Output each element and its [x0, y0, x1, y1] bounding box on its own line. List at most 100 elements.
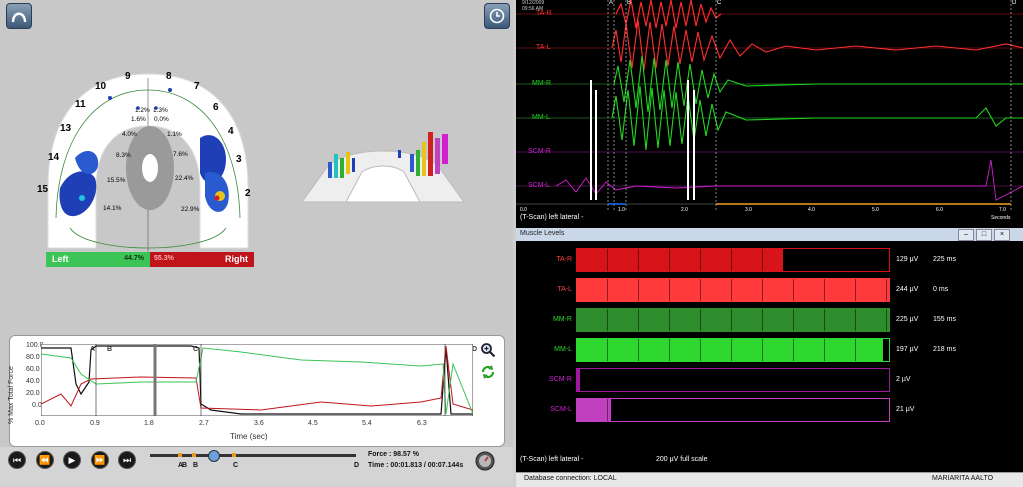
muscle-level-bar	[576, 338, 890, 362]
x-tick: 1.8	[144, 420, 154, 427]
channel-label: MM-L	[532, 114, 550, 121]
marker-tick	[192, 453, 196, 457]
muscle-level-bar	[576, 248, 890, 272]
emg-footer-label: (T-Scan) left lateral -	[520, 214, 584, 221]
close-button[interactable]: ×	[994, 229, 1010, 241]
y-tick: 80.0	[26, 354, 40, 361]
emg-x-tick: 2.0	[681, 207, 688, 213]
clock-icon	[489, 8, 505, 24]
refresh-icon[interactable]	[480, 364, 496, 380]
slider-marker-c: C	[233, 462, 239, 469]
muscle-level-fill	[577, 369, 581, 391]
muscle-levels-title: Muscle Levels	[520, 230, 565, 237]
right-force-legend: 55.3% Right	[150, 252, 254, 267]
emg-marker: A	[609, 0, 614, 6]
time-readout: Time : 00:01.813 / 00:07.144s	[368, 462, 464, 469]
tooth-number: 11	[75, 99, 86, 110]
muscle-label: SCM-R	[549, 376, 572, 383]
play-button[interactable]: ▶	[63, 451, 81, 469]
channel-label: SCM-R	[528, 148, 551, 155]
force-percentage: 1.3%	[153, 107, 168, 114]
scale-label: 200 µV full scale	[656, 456, 708, 463]
minimize-button[interactable]: –	[958, 229, 974, 241]
channel-label: TA-L	[536, 44, 551, 51]
tooth-number: 6	[213, 102, 219, 113]
muscle-level-fill	[577, 309, 889, 331]
tooth-number: 4	[228, 126, 234, 137]
emg-x-tick: 1.0	[618, 207, 625, 213]
muscle-amplitude: 197 µV	[896, 346, 919, 353]
marker-tick	[232, 453, 236, 457]
zoom-icon[interactable]	[480, 342, 496, 358]
tooth-number: 15	[37, 184, 49, 195]
muscle-label: TA-R	[556, 256, 572, 263]
slider-marker-d: D	[354, 462, 360, 469]
clock-button[interactable]	[484, 3, 510, 29]
emg-traces	[516, 0, 1023, 212]
x-tick: 3.6	[254, 420, 264, 427]
tooth-number: 8	[166, 71, 172, 82]
tooth-number: 2	[245, 188, 251, 199]
muscle-level-bar	[576, 398, 890, 422]
left-force-legend: Left 44.7%	[46, 252, 150, 267]
marker-c: C	[193, 346, 199, 353]
right-label: Right	[225, 254, 248, 264]
x-tick: 5.4	[362, 420, 372, 427]
muscle-onset-time: 0 ms	[933, 286, 949, 293]
occlusal-force-map	[47, 73, 249, 254]
tooth-number: 3	[236, 154, 242, 165]
muscle-footer-label: (T-Scan) left lateral -	[520, 456, 584, 463]
emg-marker: D	[1012, 0, 1017, 6]
muscle-level-fill	[577, 339, 883, 361]
tooth-number: 13	[60, 123, 72, 134]
emg-marker: B	[627, 0, 632, 6]
maximize-button[interactable]: □	[976, 229, 992, 241]
x-axis-label: Time (sec)	[230, 432, 268, 441]
y-tick: 20.0	[26, 390, 40, 397]
muscle-level-fill	[577, 249, 783, 271]
emg-x-tick: 0.0	[520, 207, 527, 213]
fast-forward-button[interactable]: ⏩	[91, 451, 109, 469]
marker-tick	[178, 453, 182, 457]
tooth-number: 9	[125, 71, 131, 82]
channel-label: SCM-L	[528, 182, 550, 189]
marker-b: B	[107, 346, 113, 353]
force-percentage: 8.3%	[116, 152, 131, 159]
rewind-button[interactable]: ⏪	[36, 451, 54, 469]
x-tick: 0.0	[35, 420, 45, 427]
right-value: 55.3%	[154, 255, 174, 262]
db-connection: Database connection: LOCAL	[524, 475, 617, 482]
muscle-amplitude: 129 µV	[896, 256, 919, 263]
muscle-amplitude: 21 µV	[896, 406, 915, 413]
tooth-number: 7	[194, 81, 200, 92]
speed-gauge-icon[interactable]	[475, 451, 495, 471]
tooth-number: 14	[48, 152, 60, 163]
skip-to-end-button[interactable]: ⏭	[118, 451, 136, 469]
muscle-level-bar	[576, 308, 890, 332]
force-percentage: 14.1%	[103, 205, 122, 212]
muscle-onset-time: 155 ms	[933, 316, 956, 323]
force-percentage: 15.5%	[107, 177, 126, 184]
arch-view-button[interactable]	[6, 3, 32, 29]
muscle-level-fill	[577, 399, 612, 421]
skip-to-start-button[interactable]: ⏮	[8, 451, 26, 469]
emg-x-tick: 5.0	[872, 207, 879, 213]
arch-icon	[11, 12, 27, 23]
timeline-thumb[interactable]	[208, 450, 220, 462]
emg-x-tick: 3.0	[745, 207, 752, 213]
slider-marker-b: B	[182, 462, 188, 469]
muscle-level-bar	[576, 368, 890, 392]
slider-marker-b2: B	[193, 462, 199, 469]
muscle-amplitude: 225 µV	[896, 316, 919, 323]
x-tick: 6.3	[417, 420, 427, 427]
x-tick: 2.7	[199, 420, 209, 427]
x-tick: 0.9	[90, 420, 100, 427]
force-percentage: 1.1%	[167, 131, 182, 138]
marker-a: A	[90, 346, 96, 353]
channel-label: MM-R	[532, 80, 552, 87]
muscle-levels-titlebar: Muscle Levels – □ ×	[516, 228, 1023, 241]
emg-x-tick: 6.0	[936, 207, 943, 213]
force-percentage: 4.0%	[122, 131, 137, 138]
muscle-level-bar	[576, 278, 890, 302]
left-label: Left	[52, 254, 69, 264]
